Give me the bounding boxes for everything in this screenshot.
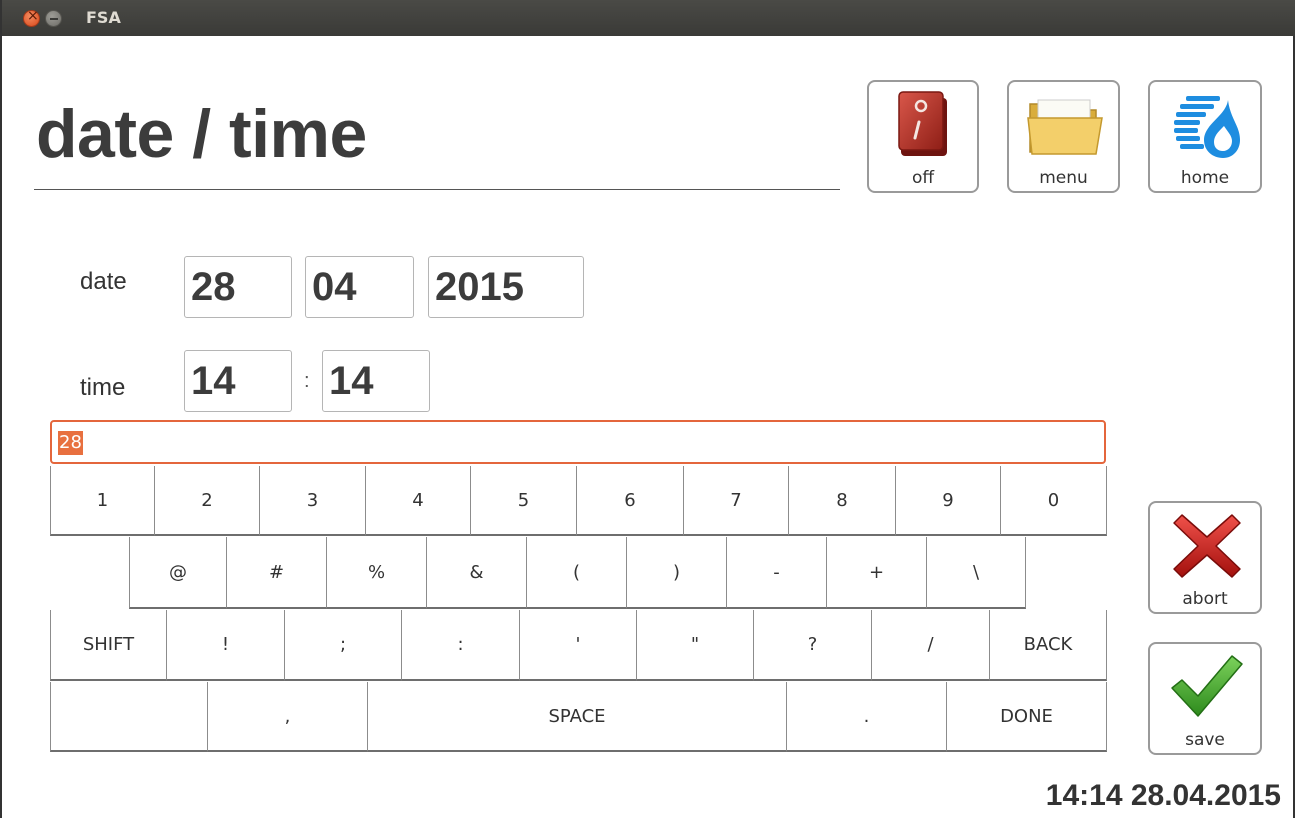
time-separator: : (304, 370, 310, 392)
day-field[interactable]: 28 (184, 256, 292, 318)
key-hash[interactable]: # (227, 537, 327, 609)
abort-button-label: abort (1182, 589, 1228, 609)
year-field[interactable]: 2015 (428, 256, 584, 318)
home-button-label: home (1180, 168, 1230, 188)
window-title: FSA (86, 8, 121, 27)
keyboard-input-value: 28 (58, 431, 83, 455)
off-button-label: off (911, 168, 935, 188)
minimize-window-button[interactable] (45, 10, 62, 27)
key-five[interactable]: 5 (471, 466, 577, 536)
date-label: date (80, 268, 127, 295)
key-eight[interactable]: 8 (789, 466, 896, 536)
key-right-paren[interactable]: ) (627, 537, 727, 609)
key-space[interactable]: SPACE (368, 682, 787, 752)
drop-logo-icon (1174, 96, 1240, 158)
abort-button[interactable]: abort (1148, 501, 1262, 614)
folder-icon (1027, 99, 1103, 155)
keyboard-input[interactable]: 28 (50, 420, 1106, 464)
month-field[interactable]: 04 (305, 256, 414, 318)
key-slash[interactable]: / (872, 610, 990, 681)
key-apostrophe[interactable]: ' (520, 610, 637, 681)
key-ampersand[interactable]: & (427, 537, 527, 609)
hour-field[interactable]: 14 (184, 350, 292, 412)
power-switch-icon (898, 91, 947, 156)
key-one[interactable]: 1 (50, 466, 155, 536)
page-title: date / time (36, 96, 367, 172)
key-two[interactable]: 2 (155, 466, 260, 536)
key-four[interactable]: 4 (366, 466, 471, 536)
key-nine[interactable]: 9 (896, 466, 1001, 536)
key-done[interactable]: DONE (947, 682, 1107, 752)
key-plus[interactable]: + (827, 537, 927, 609)
key-zero[interactable]: 0 (1001, 466, 1107, 536)
key-period[interactable]: . (787, 682, 947, 752)
key-comma[interactable]: , (208, 682, 368, 752)
key-seven[interactable]: 7 (684, 466, 789, 536)
home-button[interactable]: home (1148, 80, 1262, 193)
close-window-button[interactable] (23, 8, 40, 27)
time-label: time (80, 374, 126, 401)
key-colon[interactable]: : (402, 610, 520, 681)
app-window: FSA date / time off menu (0, 0, 1295, 818)
key-at[interactable]: @ (129, 537, 227, 609)
key-blank[interactable] (50, 682, 208, 752)
checkmark-icon (1171, 655, 1243, 717)
status-datetime: 14:14 28.04.2015 (1045, 779, 1281, 812)
minute-field[interactable]: 14 (322, 350, 430, 412)
key-backslash[interactable]: \ (927, 537, 1026, 609)
key-question[interactable]: ? (754, 610, 872, 681)
x-icon (1173, 514, 1241, 578)
key-semicolon[interactable]: ; (285, 610, 402, 681)
key-left-paren[interactable]: ( (527, 537, 627, 609)
off-button[interactable]: off (867, 80, 979, 193)
key-backspace[interactable]: BACK (990, 610, 1107, 681)
key-percent[interactable]: % (327, 537, 427, 609)
menu-button-label: menu (1039, 168, 1088, 188)
save-button-label: save (1185, 730, 1225, 750)
key-exclamation[interactable]: ! (167, 610, 285, 681)
save-button[interactable]: save (1148, 642, 1262, 755)
title-bar: FSA (2, 0, 1295, 36)
key-three[interactable]: 3 (260, 466, 366, 536)
key-shift[interactable]: SHIFT (50, 610, 167, 681)
title-divider (34, 189, 840, 190)
key-minus[interactable]: - (727, 537, 827, 609)
menu-button[interactable]: menu (1007, 80, 1120, 193)
key-six[interactable]: 6 (577, 466, 684, 536)
key-quote[interactable]: " (637, 610, 754, 681)
